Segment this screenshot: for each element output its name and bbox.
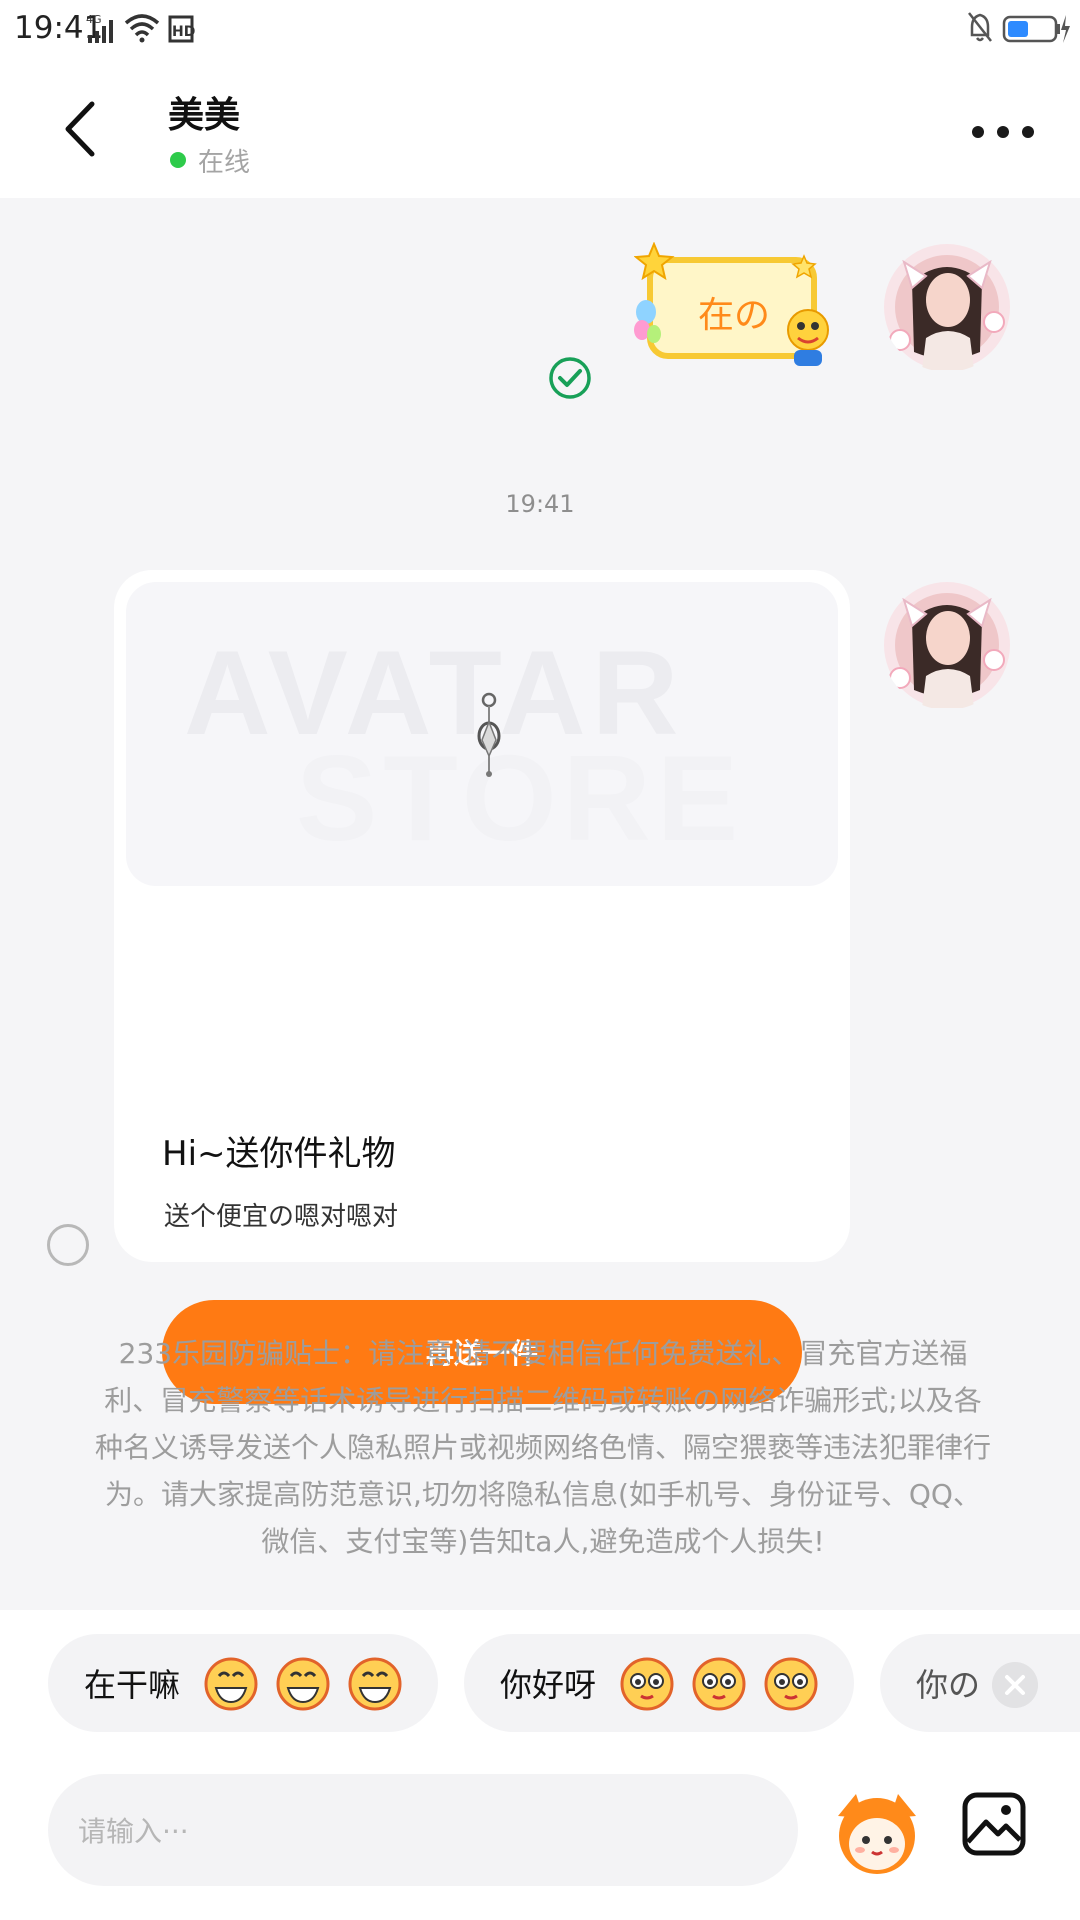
quick-reply-1[interactable]: 在干嘛 [48,1634,438,1732]
quick-reply-text: 你の [916,1666,981,1704]
grin-emoji-icon [276,1657,330,1711]
wifi-icon [124,14,160,43]
watermark-store: STORE [296,730,745,866]
quick-reply-text: 你好呀 [500,1666,597,1704]
svg-text:4G: 4G [86,13,102,26]
message-input[interactable] [78,1808,758,1854]
sticker-message[interactable]: 在の [633,241,834,378]
quick-reply-2[interactable]: 你好呀 [464,1634,854,1732]
anti-fraud-notice: 233乐园防骗贴士：请注意!请不要相信任何免费送礼、冒充官方送福利、冒充警察等话… [94,1337,991,1558]
svg-text:在の: 在の [698,295,770,336]
hd-voice-icon: HD [168,15,195,43]
sticker-frame: 在の [633,241,829,366]
read-check-icon [549,357,591,399]
status-bar: 19:41 4G HD [0,0,1080,60]
message-input-box[interactable] [48,1774,798,1886]
bottom-bar: 在干嘛 你好呀 你の [0,1610,1080,1920]
gift-card[interactable]: AVATAR STORE Hi~送你件礼物 送个便宜の嗯对嗯对 再送一件 [114,570,850,1404]
chat-area[interactable]: 在の 19:41 AVATAR STORE Hi~送你件礼物 送个便宜の嗯对嗯对… [0,198,1080,1610]
message-timestamp: 19:41 [505,490,575,518]
my-avatar[interactable] [882,242,1012,372]
online-dot [170,152,186,168]
select-circle[interactable] [47,1224,89,1266]
image-icon[interactable] [960,1790,1028,1858]
contact-name[interactable]: 美美 [168,86,240,138]
back-arrow-icon[interactable] [56,96,106,162]
gift-image[interactable]: AVATAR STORE [126,582,838,886]
gift-title: Hi~送你件礼物 [162,1134,396,1174]
wide-eyes-emoji-icon [620,1657,674,1711]
grin-emoji-icon [348,1657,402,1711]
status-right [966,9,1070,53]
cellular-signal-icon: 4G [86,13,113,43]
gift-item-icon [477,692,501,777]
mascot-emoji-icon[interactable] [830,1786,924,1880]
wide-eyes-emoji-icon [764,1657,818,1711]
chat-header: 美美 在线 [0,60,1080,198]
grin-emoji-icon [204,1657,258,1711]
online-status: 在线 [198,148,251,178]
quick-reply-3[interactable]: 你の [880,1634,1080,1732]
gift-subtitle: 送个便宜の嗯对嗯对 [164,1202,399,1232]
contact-avatar[interactable] [882,580,1012,710]
close-icon[interactable] [992,1662,1038,1708]
more-dots-icon[interactable] [970,116,1036,146]
quick-reply-text: 在干嘛 [84,1666,181,1704]
mute-and-battery-icon [968,12,1070,43]
svg-text:HD: HD [172,24,195,40]
wide-eyes-emoji-icon [692,1657,746,1711]
